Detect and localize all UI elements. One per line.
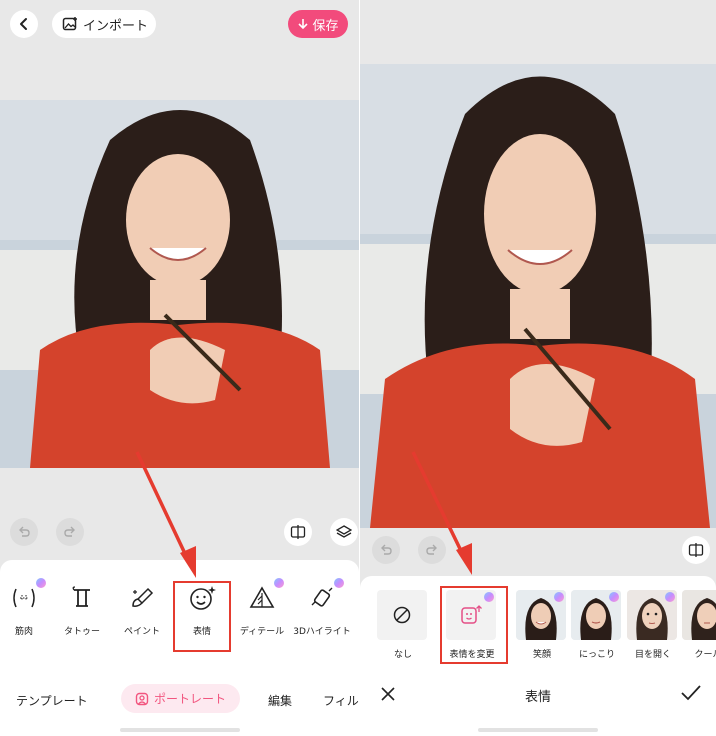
left-screen: インポート 保存 筋肉 タトゥー ペイント 表情 ディテール 3Dハイライト テ…: [0, 0, 359, 736]
annotation-arrow: [135, 451, 196, 578]
right-screen: なし 表情を変更 笑顔 にっこり 目を開く クー 表情: [360, 0, 716, 736]
annotation-arrow: [411, 451, 472, 575]
